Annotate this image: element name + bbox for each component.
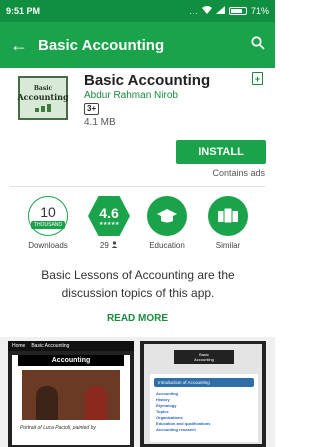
signal-icon <box>215 6 225 16</box>
rating-stat[interactable]: 4.6 ★★★★★ 29 <box>79 196 139 250</box>
rating-value: 4.6 <box>99 204 119 221</box>
similar-stat[interactable]: Similar <box>198 196 258 250</box>
app-bar-title: Basic Accounting <box>38 36 165 54</box>
dots-icon: … <box>188 6 198 16</box>
star-icons: ★★★★★ <box>99 220 119 227</box>
install-button[interactable]: INSTALL <box>176 140 266 164</box>
screenshot-2-menu: Introduction of Accounting Accounting Hi… <box>150 374 258 442</box>
arrow-back-icon[interactable]: ← <box>10 35 38 56</box>
content-rating-badge: 3+ <box>84 103 100 115</box>
downloads-value: 10 <box>40 203 56 220</box>
wifi-icon <box>201 6 212 16</box>
downloads-caption: Downloads <box>28 241 68 250</box>
contains-ads-label: Contains ads <box>212 168 265 178</box>
app-bar: ← Basic Accounting <box>0 22 275 68</box>
person-icon <box>111 241 118 250</box>
screenshot-2-menu-head: Introduction of Accounting <box>154 378 254 387</box>
rating-count-row: 29 <box>100 241 118 250</box>
status-icons: … 71% <box>189 6 269 16</box>
app-size: 4.1 MB <box>84 117 116 128</box>
chart-icon <box>35 103 51 112</box>
screenshot-1-title: Basic Accounting <box>31 343 70 349</box>
downloads-stat: 10 THOUSAND Downloads <box>18 196 78 250</box>
screenshot-carousel[interactable]: Home Basic Accounting Accounting Portrai… <box>0 337 275 447</box>
screenshot-1-content: Accounting Portrait of Luca Pacioli, pai… <box>12 355 130 445</box>
battery-percent: 71% <box>250 6 269 16</box>
screenshot-1[interactable]: Home Basic Accounting Accounting Portrai… <box>8 341 134 447</box>
app-icon-text-1: Basic <box>33 84 53 92</box>
category-caption: Education <box>149 241 185 250</box>
rating-badge: 4.6 ★★★★★ <box>88 196 130 236</box>
wishlist-icon[interactable]: + <box>252 72 263 85</box>
screenshot-1-caption: Portrait of Luca Pacioli, painted by <box>20 425 96 431</box>
developer-link[interactable]: Abdur Rahman Nirob <box>84 90 178 101</box>
app-icon: Basic Accounting <box>17 76 69 120</box>
app-name: Basic Accounting <box>84 72 211 89</box>
similar-caption: Similar <box>215 241 241 250</box>
cards-icon <box>208 196 248 236</box>
app-description: Basic Lessons of Accounting are the disc… <box>41 268 235 300</box>
rating-count: 29 <box>99 241 109 250</box>
screenshot-2-header-line2: Accounting <box>194 357 214 362</box>
downloads-badge: 10 THOUSAND <box>28 196 68 236</box>
list-item: Accounting research <box>156 427 196 432</box>
screenshot-1-home: Home <box>12 343 26 349</box>
search-icon[interactable] <box>251 36 265 54</box>
downloads-unit: THOUSAND <box>30 220 66 229</box>
status-time: 9:51 PM <box>6 6 41 16</box>
battery-icon <box>228 7 247 15</box>
divider <box>10 186 265 187</box>
screenshot-2-content: Basic Accounting Introduction of Account… <box>144 344 262 444</box>
app-icon-text-2: Accounting <box>17 91 69 102</box>
screenshot-2[interactable]: Basic Accounting Introduction of Account… <box>140 341 266 447</box>
status-bar: 9:51 PM … 71% <box>0 0 275 22</box>
screenshot-1-navbar: Home Basic Accounting <box>8 341 134 351</box>
screenshot-2-header: Basic Accounting <box>174 350 234 364</box>
portrait-image <box>22 370 120 420</box>
screenshot-1-heading: Accounting <box>18 355 124 366</box>
category-stat[interactable]: Education <box>137 196 197 250</box>
graduation-cap-icon <box>147 196 187 236</box>
read-more-link[interactable]: READ MORE <box>0 313 275 324</box>
